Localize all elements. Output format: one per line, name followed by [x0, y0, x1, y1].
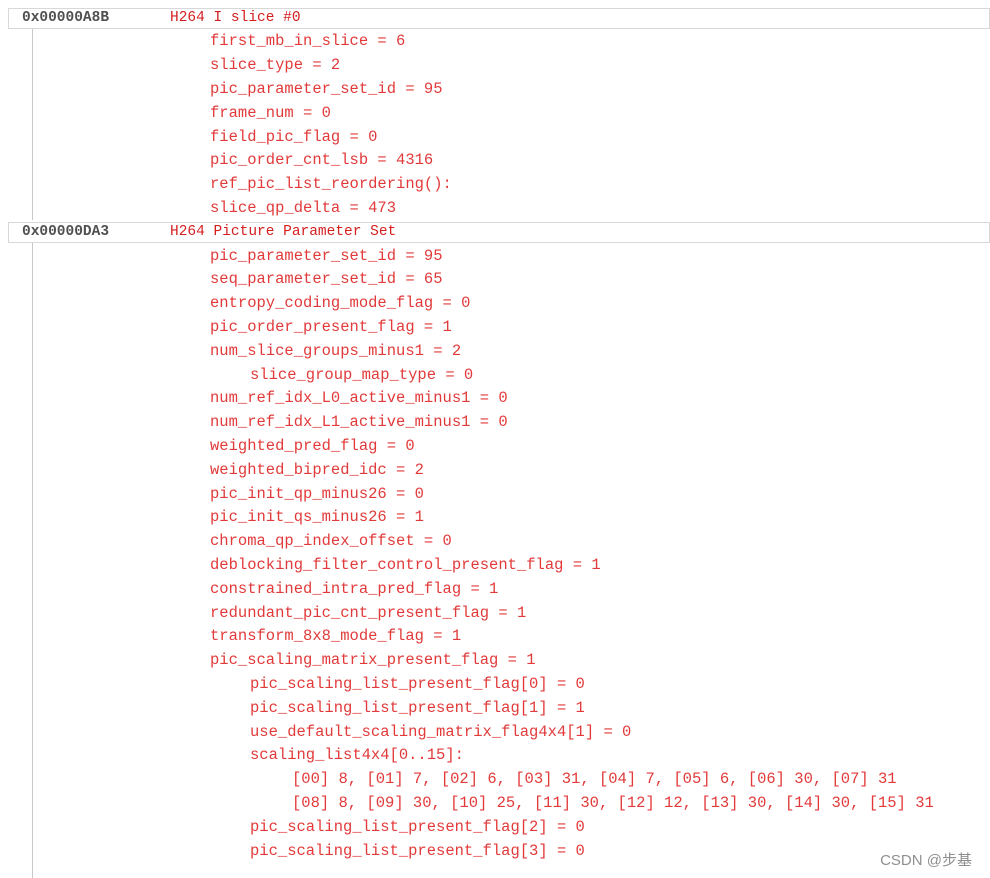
syntax-field-row[interactable]: num_ref_idx_L0_active_minus1 = 0 — [0, 387, 990, 410]
watermark: CSDN @步基 — [880, 852, 972, 869]
packet-title: H264 Picture Parameter Set — [170, 223, 397, 240]
syntax-field-row[interactable]: pic_init_qp_minus26 = 0 — [0, 483, 990, 506]
syntax-field-text: pic_init_qp_minus26 = 0 — [210, 484, 424, 503]
syntax-tree-view[interactable]: 0x00000A8B H264 I slice #0 first_mb_in_sli… — [0, 0, 990, 878]
syntax-field-text: [08] 8, [09] 30, [10] 25, [11] 30, [12] … — [292, 793, 934, 812]
packet-address: 0x00000A8B — [22, 9, 110, 26]
syntax-field-row[interactable]: [08] 8, [09] 30, [10] 25, [11] 30, [12] … — [0, 792, 990, 815]
syntax-field-row[interactable]: seq_parameter_set_id = 65 — [0, 268, 990, 291]
syntax-field-row[interactable]: scaling_list4x4[0..15]: — [0, 744, 990, 767]
syntax-field-row[interactable]: [00] 8, [01] 7, [02] 6, [03] 31, [04] 7,… — [0, 768, 990, 791]
syntax-field-text: weighted_pred_flag = 0 — [210, 436, 415, 455]
syntax-field-row[interactable]: pic_scaling_matrix_present_flag = 1 — [0, 649, 990, 672]
syntax-field-row[interactable]: pic_parameter_set_id = 95 — [0, 245, 990, 268]
packet-address: 0x00000DA3 — [22, 223, 110, 240]
syntax-field-row[interactable]: pic_parameter_set_id = 95 — [0, 78, 990, 101]
syntax-field-row[interactable]: entropy_coding_mode_flag = 0 — [0, 292, 990, 315]
syntax-field-row[interactable]: use_default_scaling_matrix_flag4x4[1] = … — [0, 721, 990, 744]
syntax-field-text: weighted_bipred_idc = 2 — [210, 460, 424, 479]
syntax-field-row[interactable]: num_slice_groups_minus1 = 2 — [0, 340, 990, 363]
syntax-field-row[interactable]: pic_scaling_list_present_flag[1] = 1 — [0, 697, 990, 720]
syntax-field-row[interactable]: constrained_intra_pred_flag = 1 — [0, 578, 990, 601]
syntax-field-text: [00] 8, [01] 7, [02] 6, [03] 31, [04] 7,… — [292, 770, 897, 789]
syntax-field-text: pic_scaling_matrix_present_flag = 1 — [210, 651, 536, 670]
syntax-field-text: pic_init_qs_minus26 = 1 — [210, 508, 424, 527]
syntax-field-row[interactable]: pic_order_cnt_lsb = 4316 — [0, 149, 990, 172]
packet-header-box — [8, 221, 990, 243]
syntax-field-text: transform_8x8_mode_flag = 1 — [210, 627, 462, 646]
tree-guide-line — [32, 29, 33, 221]
syntax-field-row[interactable]: chroma_qp_index_offset = 0 — [0, 530, 990, 553]
syntax-field-row[interactable]: slice_type = 2 — [0, 54, 990, 77]
syntax-field-text: field_pic_flag = 0 — [210, 127, 378, 146]
syntax-field-text: pic_order_cnt_lsb = 4316 — [210, 151, 434, 170]
syntax-field-text: pic_parameter_set_id = 95 — [210, 246, 443, 265]
tree-guide-line — [32, 243, 33, 878]
syntax-field-text: redundant_pic_cnt_present_flag = 1 — [210, 603, 527, 622]
syntax-field-text: num_ref_idx_L1_active_minus1 = 0 — [210, 413, 508, 432]
packet-title: H264 I slice #0 — [170, 9, 301, 26]
syntax-field-row[interactable]: redundant_pic_cnt_present_flag = 1 — [0, 602, 990, 625]
syntax-field-row[interactable]: num_ref_idx_L1_active_minus1 = 0 — [0, 411, 990, 434]
syntax-field-row[interactable]: transform_8x8_mode_flag = 1 — [0, 625, 990, 648]
syntax-field-row[interactable]: first_mb_in_slice = 6 — [0, 30, 990, 53]
syntax-field-text: slice_group_map_type = 0 — [250, 365, 474, 384]
syntax-field-text: pic_scaling_list_present_flag[2] = 0 — [250, 817, 585, 836]
syntax-field-row[interactable]: pic_scaling_list_present_flag[2] = 0 — [0, 816, 990, 839]
syntax-field-text: deblocking_filter_control_present_flag =… — [210, 555, 601, 574]
syntax-field-text: use_default_scaling_matrix_flag4x4[1] = … — [250, 722, 632, 741]
syntax-field-row[interactable]: pic_scaling_list_present_flag[0] = 0 — [0, 673, 990, 696]
syntax-field-row[interactable]: frame_num = 0 — [0, 102, 990, 125]
syntax-field-row[interactable]: deblocking_filter_control_present_flag =… — [0, 554, 990, 577]
syntax-field-text: frame_num = 0 — [210, 103, 331, 122]
syntax-field-row[interactable]: weighted_pred_flag = 0 — [0, 435, 990, 458]
syntax-field-text: entropy_coding_mode_flag = 0 — [210, 294, 471, 313]
syntax-field-text: slice_qp_delta = 473 — [210, 198, 397, 217]
syntax-field-text: num_ref_idx_L0_active_minus1 = 0 — [210, 389, 508, 408]
syntax-field-text: constrained_intra_pred_flag = 1 — [210, 579, 499, 598]
syntax-field-row[interactable]: slice_qp_delta = 473 — [0, 197, 990, 220]
packet-header-row[interactable]: 0x00000DA3 H264 Picture Parameter Set — [0, 221, 990, 244]
syntax-field-text: seq_parameter_set_id = 65 — [210, 270, 443, 289]
syntax-field-text: num_slice_groups_minus1 = 2 — [210, 341, 462, 360]
syntax-field-text: pic_scaling_list_present_flag[3] = 0 — [250, 841, 585, 860]
syntax-field-text: pic_order_present_flag = 1 — [210, 317, 452, 336]
syntax-field-row[interactable]: slice_group_map_type = 0 — [0, 364, 990, 387]
syntax-field-row[interactable]: pic_init_qs_minus26 = 1 — [0, 506, 990, 529]
syntax-field-text: pic_parameter_set_id = 95 — [210, 79, 443, 98]
syntax-field-row[interactable]: weighted_bipred_idc = 2 — [0, 459, 990, 482]
packet-header-row[interactable]: 0x00000A8B H264 I slice #0 — [0, 7, 990, 30]
syntax-field-text: chroma_qp_index_offset = 0 — [210, 532, 452, 551]
syntax-field-text: pic_scaling_list_present_flag[0] = 0 — [250, 674, 585, 693]
syntax-field-text: scaling_list4x4[0..15]: — [250, 746, 464, 765]
syntax-field-row[interactable]: ref_pic_list_reordering(): — [0, 173, 990, 196]
packet-header-box — [8, 7, 990, 29]
syntax-field-row[interactable]: field_pic_flag = 0 — [0, 126, 990, 149]
syntax-field-row[interactable]: pic_scaling_list_present_flag[3] = 0 — [0, 840, 990, 863]
syntax-field-text: ref_pic_list_reordering(): — [210, 175, 452, 194]
syntax-field-text: slice_type = 2 — [210, 56, 341, 75]
syntax-field-row[interactable]: pic_order_present_flag = 1 — [0, 316, 990, 339]
syntax-field-text: first_mb_in_slice = 6 — [210, 32, 406, 51]
syntax-field-text: pic_scaling_list_present_flag[1] = 1 — [250, 698, 585, 717]
